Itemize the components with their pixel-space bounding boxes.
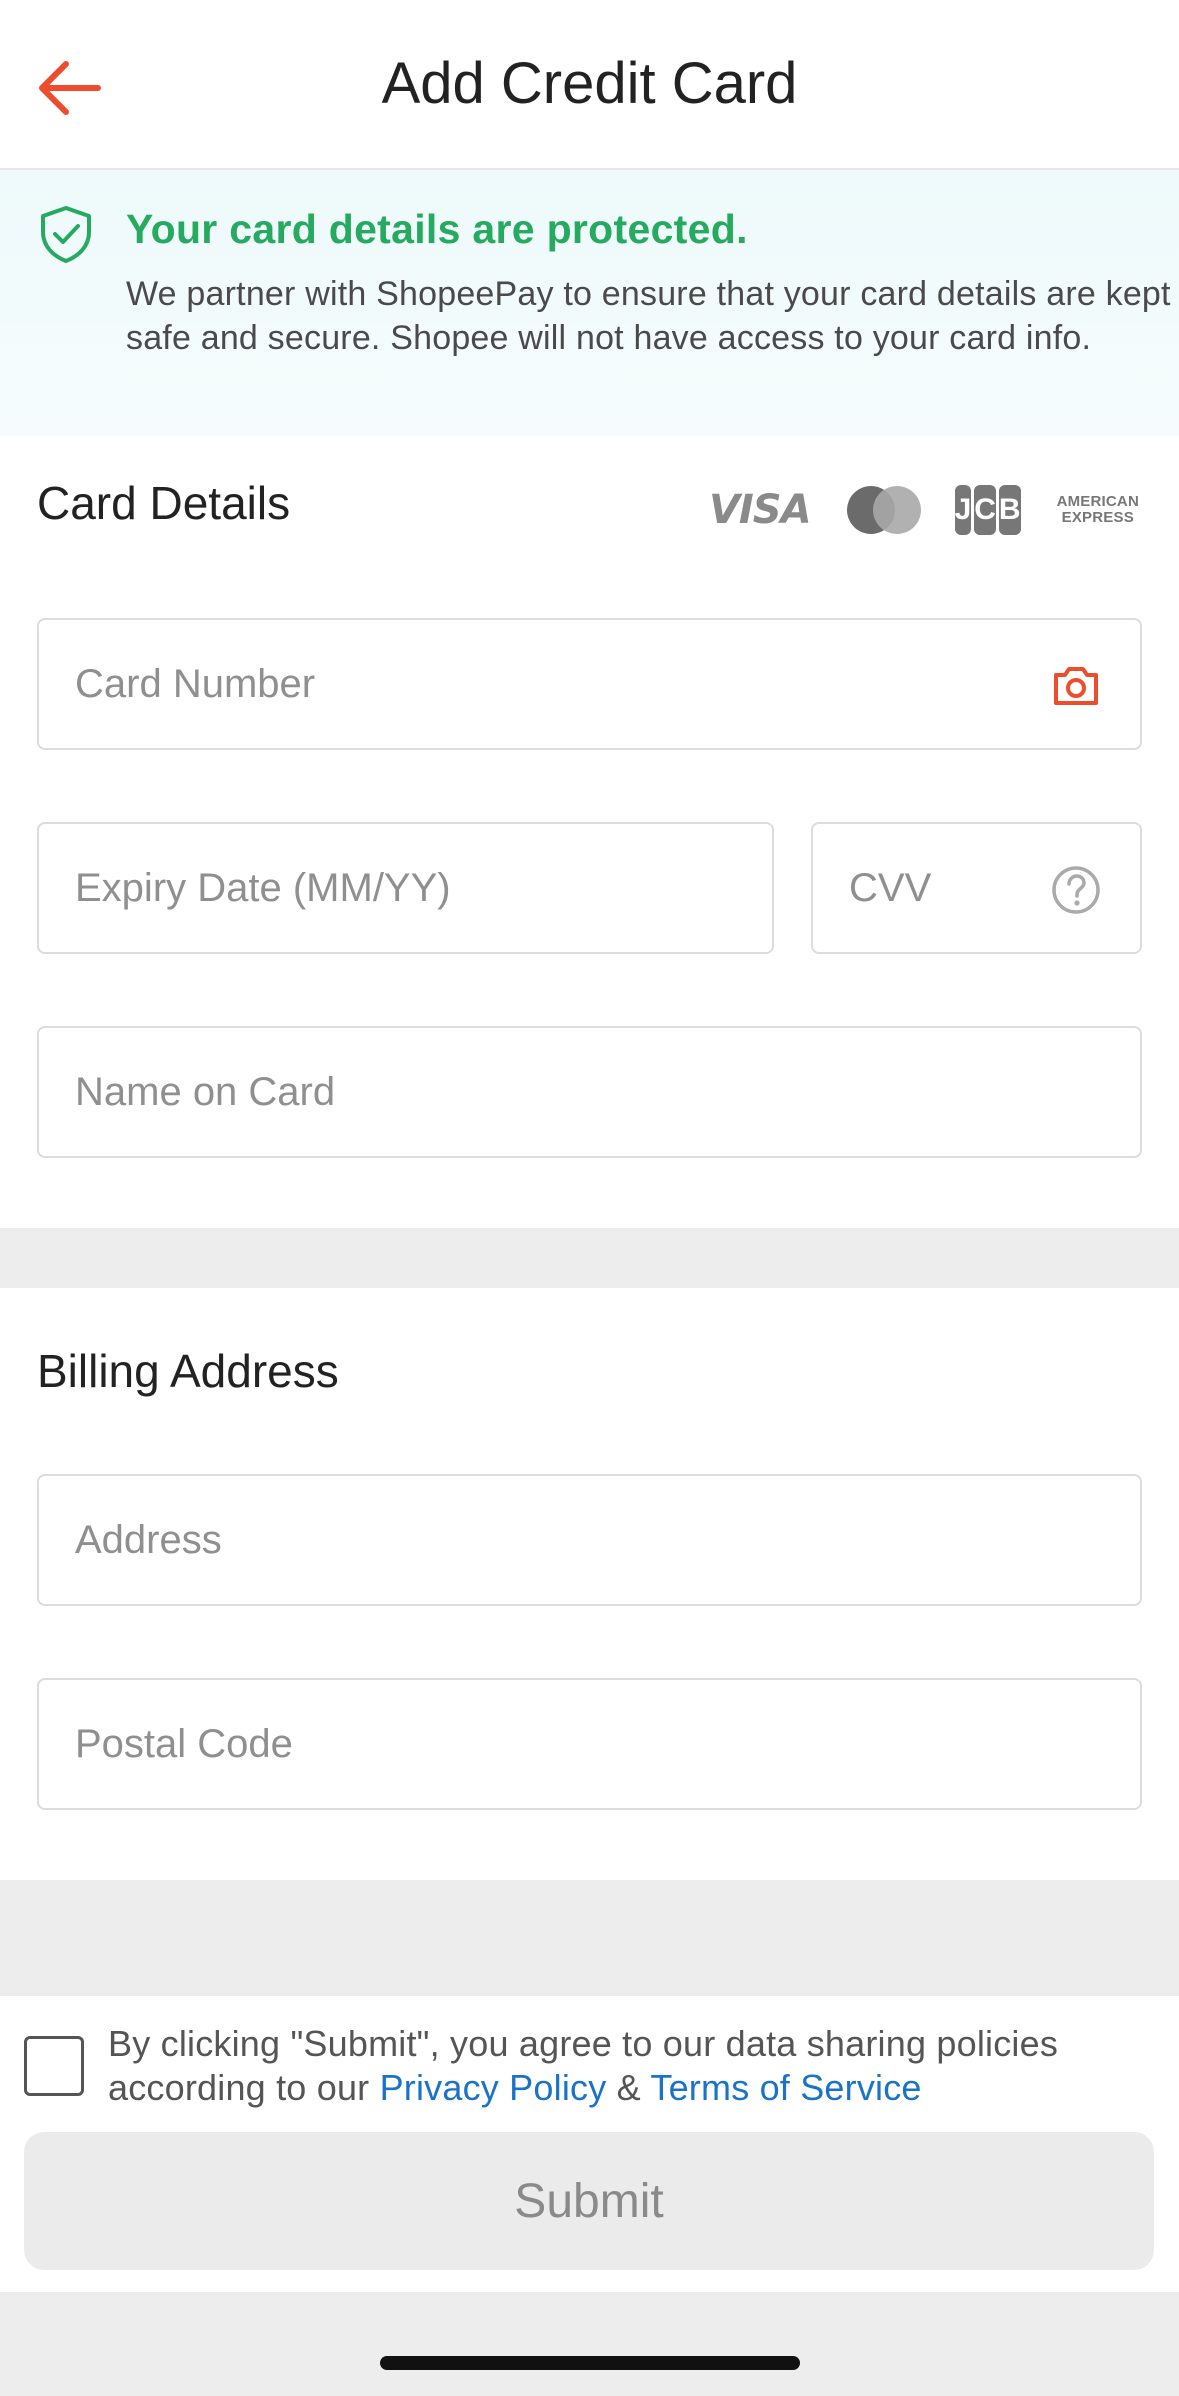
notice-title: Your card details are protected. [126,206,748,252]
privacy-policy-link[interactable]: Privacy Policy [380,2067,607,2108]
submit-button[interactable]: Submit [24,2132,1154,2270]
expiry-date-input[interactable] [75,824,662,952]
mastercard-logo [846,486,921,534]
billing-address-title: Billing Address [37,1345,339,1397]
card-brand-logos: VISA JCB AMERICAN EXPRESS [709,480,1139,540]
header: Add Credit Card [0,0,1179,170]
camera-icon[interactable] [1050,660,1102,712]
cvv-input[interactable] [849,824,1029,952]
visa-logo: VISA [708,487,812,533]
expiry-date-field[interactable] [37,822,774,954]
postal-code-field[interactable] [37,1678,1142,1810]
address-field[interactable] [37,1474,1142,1606]
shield-check-icon [41,206,91,263]
card-number-input[interactable] [75,620,956,748]
address-input[interactable] [75,1476,956,1604]
agreement-text: By clicking "Submit", you agree to our d… [108,2023,1059,2108]
home-indicator [380,2356,800,2370]
notice-body: We partner with ShopeePay to ensure that… [126,275,1171,357]
help-circle-icon[interactable] [1050,864,1102,916]
postal-code-input[interactable] [75,1680,956,1808]
jcb-logo: JCB [954,485,1021,535]
name-on-card-field[interactable] [37,1026,1142,1158]
agree-checkbox[interactable] [24,2036,84,2096]
cvv-field[interactable] [811,822,1142,954]
name-on-card-input[interactable] [75,1028,956,1156]
card-details-title: Card Details [37,477,291,529]
amex-logo: AMERICAN EXPRESS [1056,493,1139,526]
terms-of-service-link[interactable]: Terms of Service [650,2067,921,2108]
page-title: Add Credit Card [381,51,798,116]
card-number-field[interactable] [37,618,1142,750]
